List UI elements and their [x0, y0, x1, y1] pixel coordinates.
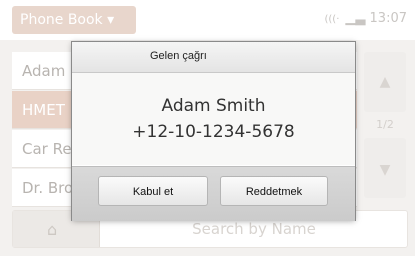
reject-call-button[interactable]: Reddetmek [220, 176, 328, 206]
accept-call-button[interactable]: Kabul et [98, 176, 208, 206]
caller-name: Adam Smith [161, 96, 266, 116]
dialog-body [72, 73, 355, 165]
dialog-header: Gelen çağrı [72, 42, 355, 73]
incoming-call-dialog: Gelen çağrı Adam Smith +12-10-1234-5678 … [72, 42, 355, 221]
dialog-footer: Kabul et Reddetmek [72, 166, 355, 221]
dialog-title: Gelen çağrı [150, 50, 207, 62]
caller-number: +12-10-1234-5678 [132, 122, 295, 142]
